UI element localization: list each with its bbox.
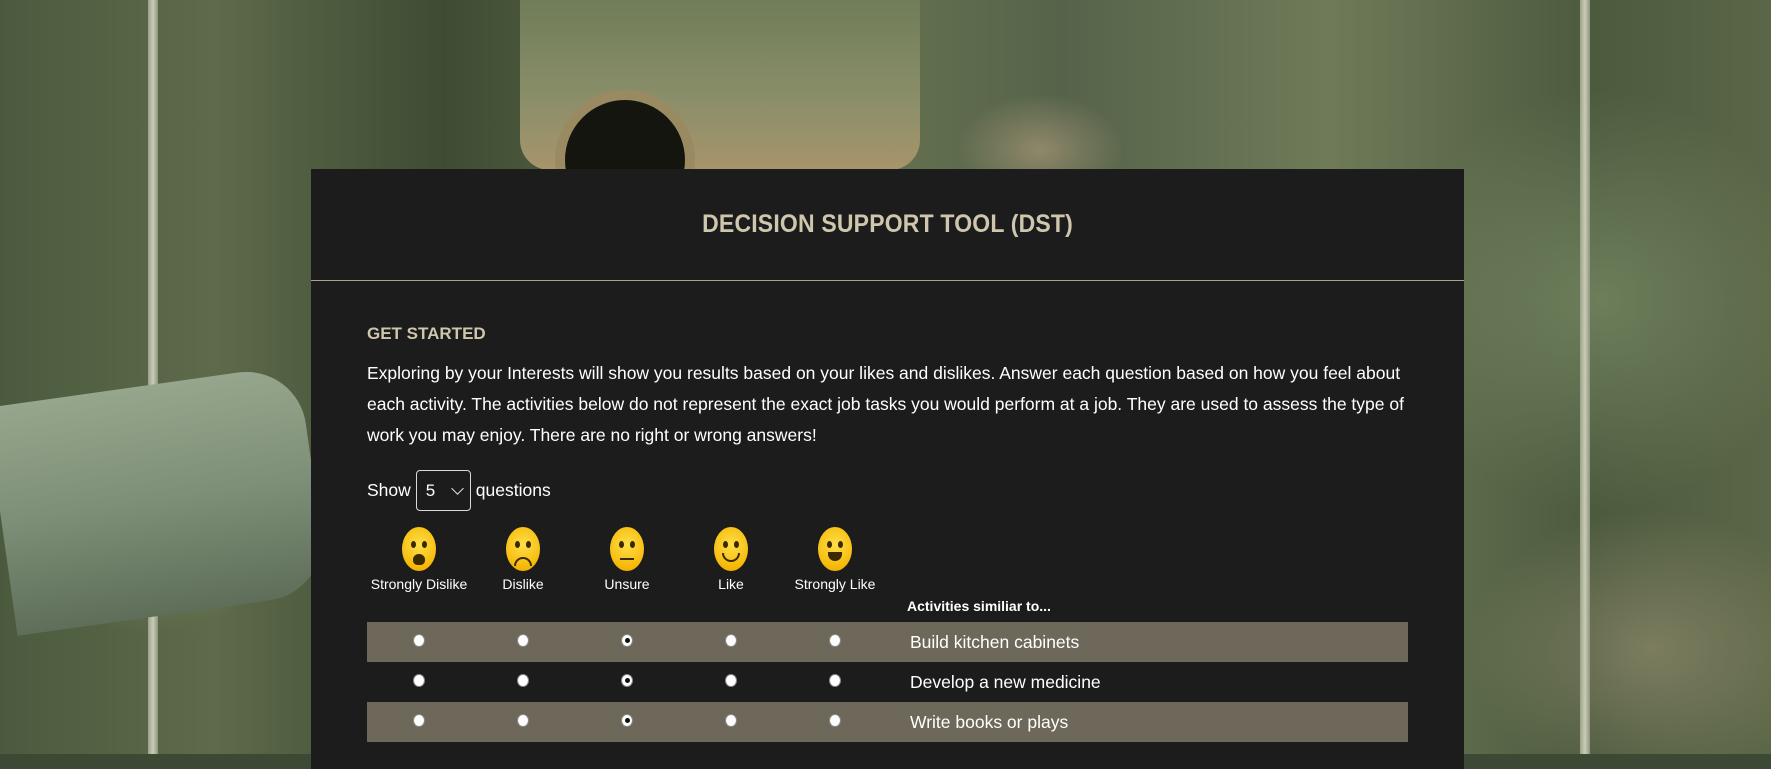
intro-text: Exploring by your Interests will show yo… (367, 363, 1404, 445)
radio-strongly-dislike[interactable] (413, 714, 425, 727)
scale-dislike: Dislike (471, 527, 575, 592)
panel-header: DECISION SUPPORT TOOL (DST) (311, 169, 1464, 281)
dst-panel: DECISION SUPPORT TOOL (DST) GET STARTED … (311, 169, 1464, 769)
radio-like[interactable] (725, 714, 737, 727)
scale-strongly-like: Strongly Like (783, 527, 887, 592)
radio-unsure[interactable] (621, 714, 633, 727)
questions-label: questions (475, 480, 551, 500)
question-label: Develop a new medicine (910, 672, 1101, 692)
radio-unsure[interactable] (621, 674, 633, 687)
show-label: Show (367, 480, 411, 500)
smile-face-icon (714, 527, 748, 571)
question-list: Build kitchen cabinets Develop a new med… (367, 622, 1408, 742)
question-label: Build kitchen cabinets (910, 632, 1080, 652)
radio-dislike[interactable] (517, 714, 529, 727)
very-sad-face-icon (402, 527, 436, 571)
section-heading: GET STARTED (367, 324, 486, 343)
neutral-face-icon (610, 527, 644, 571)
question-row: Develop a new medicine (367, 662, 1408, 702)
scale-unsure: Unsure (575, 527, 679, 592)
scale-header: Strongly Dislike Dislike Unsure Like Str… (367, 527, 1408, 622)
scale-like: Like (679, 527, 783, 592)
radio-like[interactable] (725, 634, 737, 647)
background-barrel (0, 364, 330, 636)
scale-label: Dislike (502, 576, 544, 592)
radio-strongly-dislike[interactable] (413, 674, 425, 687)
radio-unsure[interactable] (621, 634, 633, 647)
show-questions-control: Show 5 questions (367, 470, 1408, 511)
scale-label: Like (718, 576, 744, 592)
radio-strongly-like[interactable] (829, 634, 841, 647)
radio-dislike[interactable] (517, 674, 529, 687)
scale-strongly-dislike: Strongly Dislike (367, 527, 471, 592)
scale-label: Unsure (604, 576, 650, 592)
radio-strongly-dislike[interactable] (413, 634, 425, 647)
questions-count-select[interactable]: 5 (415, 470, 471, 511)
question-row: Build kitchen cabinets (367, 622, 1408, 662)
scale-label: Strongly Like (794, 576, 876, 592)
sad-face-icon (506, 527, 540, 571)
radio-strongly-like[interactable] (829, 674, 841, 687)
question-row: Write books or plays (367, 702, 1408, 742)
scale-label: Strongly Dislike (370, 576, 468, 592)
questions-count-value: 5 (425, 480, 436, 500)
question-label: Write books or plays (910, 712, 1069, 732)
page-title: DECISION SUPPORT TOOL (DST) (702, 210, 1073, 238)
chevron-down-icon (450, 481, 464, 495)
radio-strongly-like[interactable] (829, 714, 841, 727)
radio-like[interactable] (725, 674, 737, 687)
radio-dislike[interactable] (517, 634, 529, 647)
grin-face-icon (818, 527, 852, 571)
activities-header: Activities similiar to... (907, 598, 1051, 614)
panel-content: GET STARTED Exploring by your Interests … (311, 324, 1464, 742)
